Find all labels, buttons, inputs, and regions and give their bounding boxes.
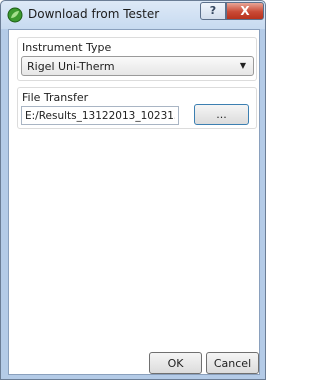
instrument-type-value: Rigel Uni-Therm [27, 60, 115, 73]
chevron-down-icon: ▼ [239, 61, 246, 70]
file-path-input[interactable] [21, 106, 179, 125]
browse-button[interactable]: ... [194, 104, 249, 125]
cancel-button[interactable]: Cancel [206, 352, 259, 374]
app-icon [7, 7, 23, 23]
help-button[interactable]: ? [200, 2, 226, 20]
file-transfer-label: File Transfer [22, 91, 89, 104]
dialog-window: Download from Tester ? X Instrument Type… [0, 0, 266, 380]
instrument-type-label: Instrument Type [22, 41, 112, 54]
instrument-type-select[interactable]: Rigel Uni-Therm ▼ [21, 56, 254, 76]
instrument-type-group: Instrument Type Rigel Uni-Therm ▼ [17, 37, 257, 81]
window-title: Download from Tester [28, 7, 160, 21]
dialog-body: Instrument Type Rigel Uni-Therm ▼ File T… [8, 29, 260, 375]
file-transfer-group: File Transfer ... [17, 87, 257, 129]
title-bar[interactable]: Download from Tester ? X [1, 1, 265, 29]
close-button[interactable]: X [226, 2, 264, 20]
ok-button[interactable]: OK [149, 352, 202, 374]
